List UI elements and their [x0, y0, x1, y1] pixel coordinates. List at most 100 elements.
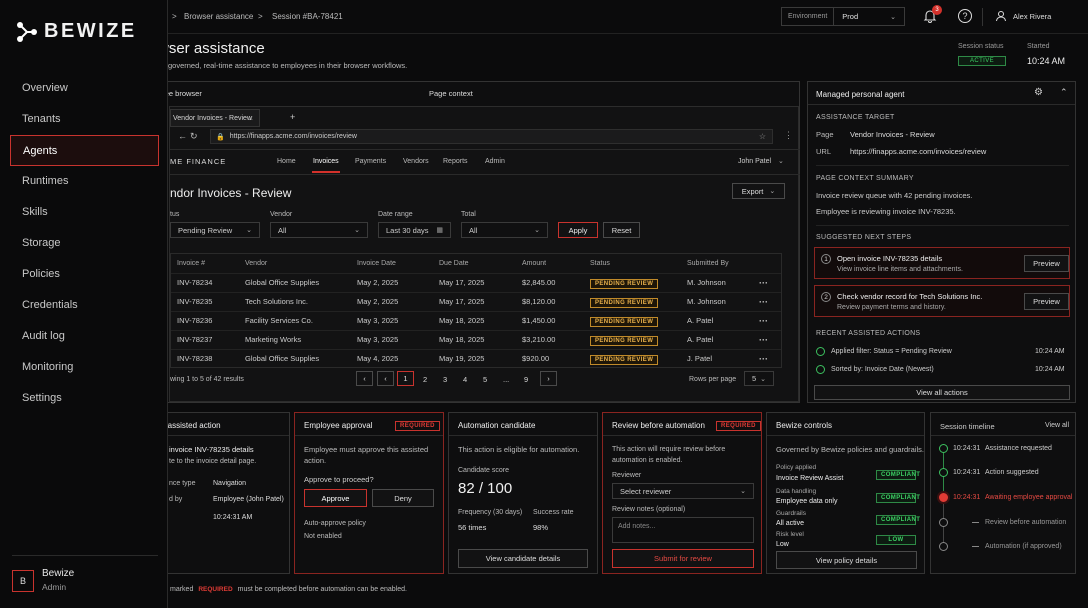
prev-page-icon[interactable]: ‹ [377, 371, 394, 386]
view-all-actions-button[interactable]: View all actions [814, 385, 1070, 400]
preview-button[interactable]: Preview [1024, 255, 1069, 272]
suggested-step[interactable]: 1 Open invoice INV-78235 details View in… [814, 247, 1070, 279]
brand-logo[interactable]: BEWIZE [16, 20, 137, 43]
user-profile[interactable]: B Bewize Admin [12, 555, 158, 592]
next-page-icon[interactable]: › [540, 371, 557, 386]
first-page-icon[interactable]: ‹ [356, 371, 373, 386]
column-header[interactable]: Invoice Date [351, 254, 433, 273]
page-3[interactable]: 3 [443, 375, 447, 384]
approve-button[interactable]: Approve [304, 489, 367, 507]
timeline-view-all-link[interactable]: View all [1045, 422, 1069, 429]
notification-count-badge: 3 [932, 5, 942, 15]
row-actions-icon[interactable]: ··· [753, 329, 781, 349]
step-description: Review payment terms and history. [837, 304, 946, 311]
star-icon[interactable]: ☆ [759, 132, 766, 141]
nav-item-settings[interactable]: Settings [10, 383, 159, 414]
row-actions-icon[interactable]: ··· [753, 272, 781, 292]
nav-item-overview[interactable]: Overview [10, 73, 159, 104]
app-user-menu[interactable]: John Patel [738, 158, 771, 165]
nav-item-skills[interactable]: Skills [10, 197, 159, 228]
browser-menu-icon[interactable]: ⋮ [784, 130, 793, 141]
bell-icon[interactable]: 3 [923, 5, 942, 25]
total-filter-select[interactable]: All ⌄ [461, 222, 548, 238]
table-row[interactable]: INV-78236 Facility Services Co. May 3, 202… [171, 310, 781, 330]
app-nav-reports[interactable]: Reports [443, 158, 468, 165]
invoice-number[interactable]: INV-78236 [171, 310, 239, 330]
required-badge: REQUIRED [716, 421, 761, 431]
chevron-down-icon: ⌄ [769, 188, 776, 195]
row-actions-icon[interactable]: ··· [753, 310, 781, 330]
page-9[interactable]: 9 [524, 375, 528, 384]
environment-selector[interactable]: Environment Prod ⌄ [781, 7, 905, 26]
footer-text-pre: marked [170, 586, 194, 593]
nav-item-policies[interactable]: Policies [10, 259, 159, 290]
invoice-number[interactable]: INV-78235 [171, 291, 239, 311]
new-tab-icon[interactable]: + [290, 112, 295, 122]
column-header[interactable]: Amount [516, 254, 584, 273]
card-title: Session timeline [940, 422, 995, 431]
preview-button[interactable]: Preview [1024, 293, 1069, 310]
nav-item-agents[interactable]: Agents [10, 135, 159, 166]
reload-icon[interactable]: ↻ [190, 131, 198, 142]
suggested-step[interactable]: 2 Check vendor record for Tech Solutions… [814, 285, 1070, 317]
app-nav-admin[interactable]: Admin [485, 158, 505, 165]
row-actions-icon[interactable]: ··· [753, 291, 781, 311]
page-1[interactable]: 1 [397, 371, 414, 386]
recent-action-time: 10:24 AM [1035, 366, 1065, 373]
nav-item-runtimes[interactable]: Runtimes [10, 166, 159, 197]
results-count: wing 1 to 5 of 42 results [170, 376, 244, 383]
deny-button[interactable]: Deny [372, 489, 434, 507]
nav-item-tenants[interactable]: Tenants [10, 104, 159, 135]
app-nav-vendors[interactable]: Vendors [403, 158, 429, 165]
table-row[interactable]: INV-78238 Global Office Supplies May 4, 20… [171, 348, 781, 368]
chevron-down-icon: ⌄ [760, 375, 766, 383]
user-icon [996, 11, 1006, 22]
vendor-filter-select[interactable]: All ⌄ [270, 222, 368, 238]
invoice-number[interactable]: INV-78234 [171, 272, 239, 292]
column-header[interactable]: Invoice # [171, 254, 239, 273]
view-policy-details-button[interactable]: View policy details [776, 551, 917, 569]
view-candidate-details-button[interactable]: View candidate details [458, 549, 588, 568]
page-2[interactable]: 2 [423, 375, 427, 384]
nav-item-credentials[interactable]: Credentials [10, 290, 159, 321]
page-4[interactable]: 4 [463, 375, 467, 384]
review-notes-textarea[interactable]: Add notes... [612, 517, 754, 543]
column-header[interactable]: Vendor [239, 254, 351, 273]
collapse-icon[interactable]: ⌃ [1060, 87, 1068, 98]
table-row[interactable]: INV-78235 Tech Solutions Inc. May 2, 2025 M… [171, 291, 781, 311]
row-actions-icon[interactable]: ··· [753, 348, 781, 368]
apply-filter-button[interactable]: Apply [558, 222, 598, 238]
invoice-number[interactable]: INV-78237 [171, 329, 239, 349]
app-nav-invoices[interactable]: Invoices [313, 158, 339, 165]
browser-tab[interactable]: Vendor Invoices - Review × [170, 109, 260, 127]
invoice-number[interactable]: INV-78238 [171, 348, 239, 368]
session-timeline-card: Session timeline View all 10:24:31 Assis… [930, 412, 1076, 574]
table-row[interactable]: INV-78237 Marketing Works May 3, 2025 May 1… [171, 329, 781, 349]
submit-review-button[interactable]: Submit for review [612, 549, 754, 568]
app-nav-payments[interactable]: Payments [355, 158, 386, 165]
export-button[interactable]: Export ⌄ [732, 183, 785, 199]
address-bar[interactable]: 🔒 https://finapps.acme.com/invoices/revi… [210, 129, 773, 144]
breadcrumb-section[interactable]: Browser assistance [184, 12, 253, 21]
nav-item-monitoring[interactable]: Monitoring [10, 352, 159, 383]
status-filter-select[interactable]: Pending Review ⌄ [170, 222, 260, 238]
reset-filter-button[interactable]: Reset [603, 222, 640, 238]
column-header[interactable]: Submitted By [681, 254, 753, 273]
page-5[interactable]: 5 [483, 375, 487, 384]
user-menu[interactable]: Alex Rivera [995, 10, 1051, 22]
column-header[interactable]: Due Date [433, 254, 516, 273]
table-row[interactable]: INV-78234 Global Office Supplies May 2, 20… [171, 272, 781, 292]
invoice-date: May 2, 2025 [351, 272, 433, 292]
column-header[interactable]: Status [584, 254, 681, 273]
reviewer-select[interactable]: Select reviewer ⌄ [612, 483, 754, 499]
help-icon[interactable]: ? [958, 9, 972, 23]
target-url-key: URL [816, 147, 832, 156]
back-icon[interactable]: ← [178, 131, 187, 141]
rows-per-page-select[interactable]: 5 ⌄ [744, 371, 774, 386]
app-nav-home[interactable]: Home [277, 158, 296, 165]
close-tab-icon[interactable]: × [248, 114, 253, 123]
nav-item-audit-log[interactable]: Audit log [10, 321, 159, 352]
gear-icon[interactable]: ⚙ [1034, 87, 1043, 98]
date-range-picker[interactable]: Last 30 days ▦ [378, 222, 451, 238]
nav-item-storage[interactable]: Storage [10, 228, 159, 259]
